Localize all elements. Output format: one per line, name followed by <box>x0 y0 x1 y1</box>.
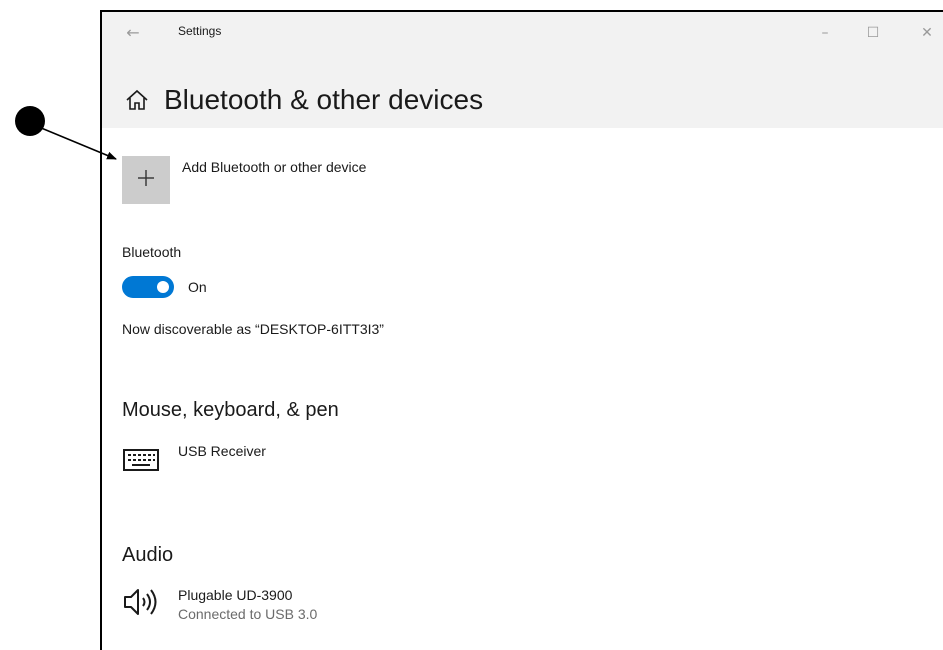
add-device-label[interactable]: Add Bluetooth or other device <box>182 159 366 175</box>
title-bar: ← Settings – ☐ ✕ <box>102 12 943 52</box>
close-icon[interactable]: ✕ <box>914 20 940 46</box>
audio-heading: Audio <box>122 544 174 566</box>
bluetooth-label: Bluetooth <box>122 244 182 260</box>
device-row-plugable[interactable]: Plugable UD-3900 Connected to USB 3.0 <box>122 586 317 624</box>
mouse-keyboard-pen-heading: Mouse, keyboard, & pen <box>122 399 339 421</box>
discoverable-text: Now discoverable as “DESKTOP-6ITT3I3” <box>122 321 384 337</box>
annotation-dot <box>15 106 45 136</box>
device-text: Plugable UD-3900 Connected to USB 3.0 <box>178 586 317 624</box>
toggle-knob <box>157 281 169 293</box>
speaker-icon <box>122 586 162 618</box>
page-title: Bluetooth & other devices <box>164 84 484 115</box>
bluetooth-toggle-row: On <box>122 276 207 298</box>
device-name: Plugable UD-3900 <box>178 587 293 603</box>
device-text: USB Receiver <box>178 442 266 460</box>
maximize-icon[interactable]: ☐ <box>860 20 886 46</box>
page-heading: Bluetooth & other devices <box>124 80 483 120</box>
bluetooth-toggle-state: On <box>188 279 207 295</box>
device-name: USB Receiver <box>178 443 266 459</box>
minimize-icon[interactable]: – <box>812 20 838 46</box>
home-icon[interactable] <box>124 87 150 113</box>
add-device-tile[interactable] <box>122 156 170 204</box>
back-arrow-icon[interactable]: ← <box>120 20 146 46</box>
add-device-button[interactable]: Add Bluetooth or other device <box>122 156 366 204</box>
app-title: Settings <box>178 24 222 38</box>
bluetooth-toggle[interactable] <box>122 276 174 298</box>
screenshot-canvas: ← Settings – ☐ ✕ Bluetooth & other devic… <box>0 0 943 650</box>
device-status: Connected to USB 3.0 <box>178 606 318 622</box>
keyboard-icon <box>122 442 162 474</box>
settings-window: ← Settings – ☐ ✕ Bluetooth & other devic… <box>100 10 943 650</box>
plus-icon <box>136 168 156 193</box>
device-row-usb-receiver[interactable]: USB Receiver <box>122 442 266 474</box>
